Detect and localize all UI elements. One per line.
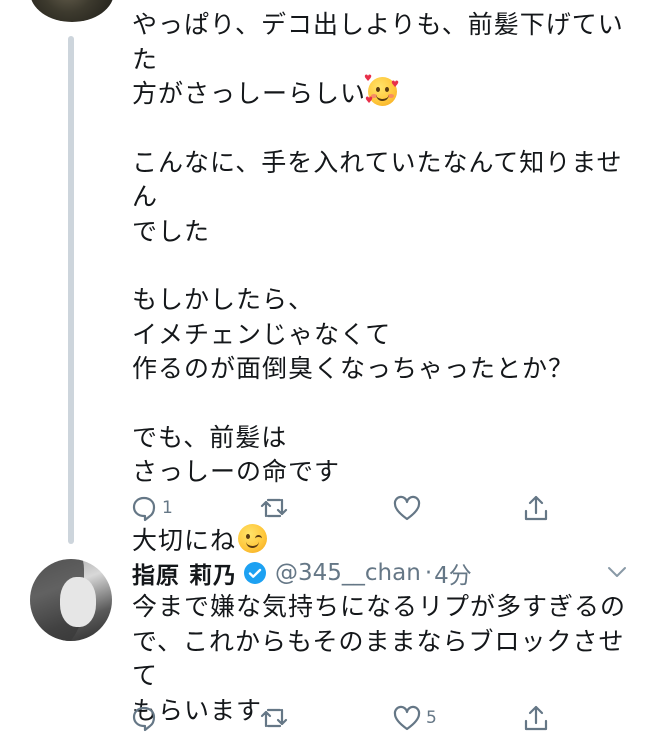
reply-button[interactable]: 1 bbox=[130, 490, 173, 526]
tweet-line: こんなに、手を入れていたなんて知りません bbox=[132, 147, 623, 212]
tweet-actions: 1 bbox=[130, 490, 560, 526]
reply-icon bbox=[132, 706, 156, 732]
tweet-line: さっしーの命です bbox=[132, 457, 341, 486]
share-button[interactable] bbox=[522, 490, 550, 526]
reply-icon bbox=[132, 496, 156, 522]
thread-connector-line bbox=[68, 36, 74, 544]
user-handle[interactable]: @345__chan bbox=[275, 560, 421, 586]
share-icon bbox=[524, 495, 548, 521]
tweet-line: 作るのが面倒臭くなっちゃったとか？ bbox=[132, 354, 575, 383]
share-icon bbox=[524, 705, 548, 731]
tweet-line: で、これからもそのままならブロックさせて bbox=[132, 626, 625, 691]
tweet-actions: 5 bbox=[130, 700, 560, 736]
tweet-line: イメチェンじゃなくて bbox=[132, 319, 392, 349]
retweet-icon bbox=[260, 498, 288, 518]
retweet-button[interactable] bbox=[258, 490, 294, 526]
user-avatar[interactable] bbox=[30, 559, 112, 641]
verified-badge-icon bbox=[243, 561, 267, 585]
reply-count: 1 bbox=[162, 498, 173, 518]
tweet-header: 指原 莉乃 @345__chan · 4分 bbox=[132, 556, 472, 590]
separator-dot: · bbox=[424, 560, 433, 586]
tweet-line: 今まで嫌な気持ちになるリプが多すぎるの bbox=[132, 592, 627, 621]
retweet-button[interactable] bbox=[258, 700, 294, 736]
like-button[interactable]: 5 bbox=[392, 700, 437, 736]
like-count: 5 bbox=[426, 708, 437, 728]
reply-button[interactable] bbox=[130, 700, 162, 736]
tweet-line: でした bbox=[132, 216, 211, 246]
heart-icon bbox=[393, 495, 421, 521]
smiling-face-with-hearts-emoji: ♥ ♥ ♥ bbox=[364, 74, 401, 106]
winking-face-emoji bbox=[238, 523, 268, 553]
display-name[interactable]: 指原 莉乃 bbox=[132, 556, 237, 590]
tweet-line: やっぱり、デコ出しよりも、前髪下げていた bbox=[132, 10, 624, 74]
share-button[interactable] bbox=[522, 700, 550, 736]
previous-user-avatar[interactable] bbox=[30, 0, 114, 22]
timestamp[interactable]: 4分 bbox=[434, 556, 472, 590]
chevron-down-icon[interactable] bbox=[606, 565, 628, 579]
tweet-line: でも、前髪は bbox=[132, 422, 288, 452]
tweet-line: もしかしたら、 bbox=[132, 285, 315, 314]
heart-icon bbox=[393, 705, 421, 731]
like-button[interactable] bbox=[392, 490, 426, 526]
tweet-line: 方がさっしーらしい bbox=[132, 79, 367, 108]
retweet-icon bbox=[260, 708, 288, 728]
tweet-text: やっぱり、デコ出しよりも、前髪下げていた 方がさっしーらしい ♥ ♥ ♥ こんなに、手… bbox=[132, 8, 637, 558]
tweet-line: 大切にね bbox=[132, 525, 237, 555]
